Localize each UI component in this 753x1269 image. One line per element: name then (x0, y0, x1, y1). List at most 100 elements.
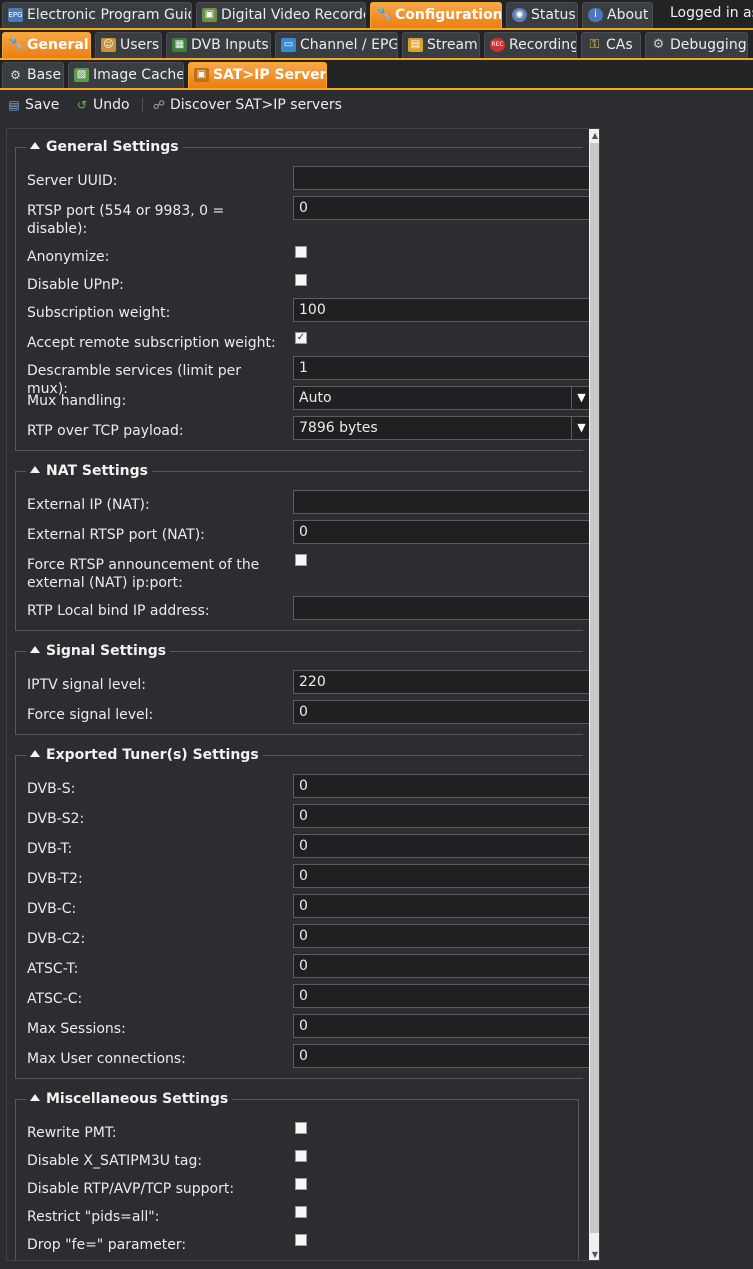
external-rtsp-port-input[interactable]: 0 (293, 520, 592, 544)
gears-icon: ⚙ (652, 37, 665, 52)
misc-settings-title: Miscellaneous Settings (46, 1091, 229, 1107)
tab-general[interactable]: 🔧 General (2, 32, 91, 58)
misc-checkbox[interactable] (295, 1122, 307, 1134)
misc-checkbox[interactable] (295, 1178, 307, 1190)
anonymize-label: Anonymize: (27, 249, 110, 265)
general-settings-header[interactable]: General Settings (26, 138, 183, 156)
misc-label: Drop "fe=" parameter: (27, 1237, 187, 1253)
tuner-input[interactable]: 0 (293, 1014, 592, 1038)
iptv-signal-label: IPTV signal level: (27, 677, 147, 693)
rtp-local-bind-input[interactable] (293, 596, 592, 620)
disable-upnp-checkbox[interactable] (295, 274, 307, 286)
tuner-input[interactable]: 0 (293, 774, 592, 798)
misc-label: Restrict "pids=all": (27, 1209, 160, 1225)
tuner-label: Max User connections: (27, 1051, 186, 1067)
tuner-input[interactable]: 0 (293, 864, 592, 888)
misc-label: Disable RTP/AVP/TCP support: (27, 1181, 235, 1197)
tab-cas[interactable]: ⚿ CAs (581, 32, 641, 58)
stream-icon: ▤ (408, 38, 423, 52)
nat-settings-header[interactable]: NAT Settings (26, 462, 152, 480)
tuner-label: DVB-C: (27, 901, 77, 917)
tuner-label: ATSC-T: (27, 961, 79, 977)
descramble-services-input[interactable]: 1 (293, 356, 592, 380)
save-button[interactable]: ▤ Save (5, 96, 59, 114)
tab-debugging[interactable]: ⚙ Debugging (645, 32, 748, 58)
scroll-down-icon[interactable]: ▼ (589, 1249, 599, 1260)
tuner-input[interactable]: 0 (293, 834, 592, 858)
rtp-over-tcp-value: 7896 bytes (299, 420, 378, 436)
nat-settings-title: NAT Settings (46, 463, 148, 479)
tab-satip-server[interactable]: ▣ SAT>IP Server (188, 62, 327, 88)
vertical-scrollbar[interactable]: ▲ ▼ (589, 129, 599, 1260)
tab-dvb-inputs[interactable]: ▦ DVB Inputs (166, 32, 271, 58)
tab-base[interactable]: ⚙ Base (2, 62, 64, 88)
discover-label: Discover SAT>IP servers (170, 97, 342, 113)
image-icon: ▨ (74, 68, 89, 82)
wrench-icon: 🔧 (376, 7, 393, 22)
nat-settings-section: NAT Settings External IP (NAT): External… (15, 462, 592, 631)
tuners-settings-header[interactable]: Exported Tuner(s) Settings (26, 746, 263, 764)
external-ip-label: External IP (NAT): (27, 497, 150, 513)
tab-about[interactable]: i About (582, 2, 653, 28)
rtp-over-tcp-label: RTP over TCP payload: (27, 423, 184, 439)
tuner-label: Max Sessions: (27, 1021, 126, 1037)
misc-settings-header[interactable]: Miscellaneous Settings (26, 1090, 233, 1108)
iptv-signal-input[interactable]: 220 (293, 670, 592, 694)
tab-epg[interactable]: EPG Electronic Program Guide (2, 2, 192, 28)
info-icon: i (588, 8, 603, 22)
tuner-input[interactable]: 0 (293, 1044, 592, 1068)
signal-settings-header[interactable]: Signal Settings (26, 642, 171, 660)
general-settings-title: General Settings (46, 139, 179, 155)
discover-satip-button[interactable]: ☍ Discover SAT>IP servers (150, 96, 342, 114)
tab-recording[interactable]: REC Recording (484, 32, 577, 58)
tuner-label: DVB-S2: (27, 811, 85, 827)
tab-stream[interactable]: ▤ Stream (402, 32, 480, 58)
tab-users[interactable]: ☺ Users (95, 32, 162, 58)
tuner-input[interactable]: 0 (293, 984, 592, 1008)
rtp-over-tcp-select[interactable]: 7896 bytes ▼ (293, 416, 592, 440)
scrollbar-thumb[interactable] (590, 143, 599, 1233)
anonymize-checkbox[interactable] (295, 246, 307, 258)
tab-channel-epg[interactable]: ▭ Channel / EPG (275, 32, 398, 58)
misc-checkbox[interactable] (295, 1150, 307, 1162)
undo-button[interactable]: ↺ Undo (73, 96, 130, 114)
tab-users-label: Users (120, 37, 160, 53)
key-icon: ⚿ (589, 37, 600, 52)
misc-settings-section: Miscellaneous Settings Rewrite PMT: Disa… (15, 1090, 579, 1260)
misc-checkbox[interactable] (295, 1234, 307, 1246)
external-ip-input[interactable] (293, 490, 592, 514)
chevron-down-icon[interactable]: ▼ (571, 417, 591, 439)
subscription-weight-label: Subscription weight: (27, 305, 171, 321)
tab-general-label: General (27, 37, 89, 53)
tab-dvr[interactable]: ▣ Digital Video Recorder (196, 2, 366, 28)
tuner-input[interactable]: 0 (293, 894, 592, 918)
scroll-up-icon[interactable]: ▲ (589, 130, 599, 142)
tab-dvb-inputs-label: DVB Inputs (191, 37, 269, 53)
save-label: Save (25, 97, 60, 113)
tab-debugging-label: Debugging (670, 37, 747, 53)
tab-image-cache[interactable]: ▨ Image Cache (68, 62, 184, 88)
force-signal-input[interactable]: 0 (293, 700, 592, 724)
mux-handling-value: Auto (299, 390, 332, 406)
server-uuid-input[interactable] (293, 166, 592, 190)
tab-status[interactable]: ◉ Status (506, 2, 578, 28)
collapse-icon (30, 750, 40, 757)
chevron-down-icon[interactable]: ▼ (571, 387, 591, 409)
epg-icon: EPG (8, 8, 23, 22)
undo-icon: ↺ (76, 98, 88, 112)
force-rtsp-checkbox[interactable] (295, 554, 307, 566)
tuner-input[interactable]: 0 (293, 924, 592, 948)
tuner-input[interactable]: 0 (293, 954, 592, 978)
rtsp-port-input[interactable]: 0 (293, 196, 592, 220)
tuner-label: ATSC-C: (27, 991, 83, 1007)
tab-configuration[interactable]: 🔧 Configuration (370, 2, 502, 28)
mux-handling-label: Mux handling: (27, 393, 127, 409)
tuner-input[interactable]: 0 (293, 804, 592, 828)
accept-remote-weight-checkbox[interactable]: ✓ (295, 332, 307, 344)
misc-checkbox[interactable] (295, 1206, 307, 1218)
mux-handling-select[interactable]: Auto ▼ (293, 386, 592, 410)
main-tab-bar: EPG Electronic Program Guide ▣ Digital V… (0, 0, 753, 30)
subscription-weight-input[interactable]: 100 (293, 298, 592, 322)
toolbar-separator (142, 98, 143, 112)
accept-remote-weight-label: Accept remote subscription weight: (27, 335, 276, 351)
